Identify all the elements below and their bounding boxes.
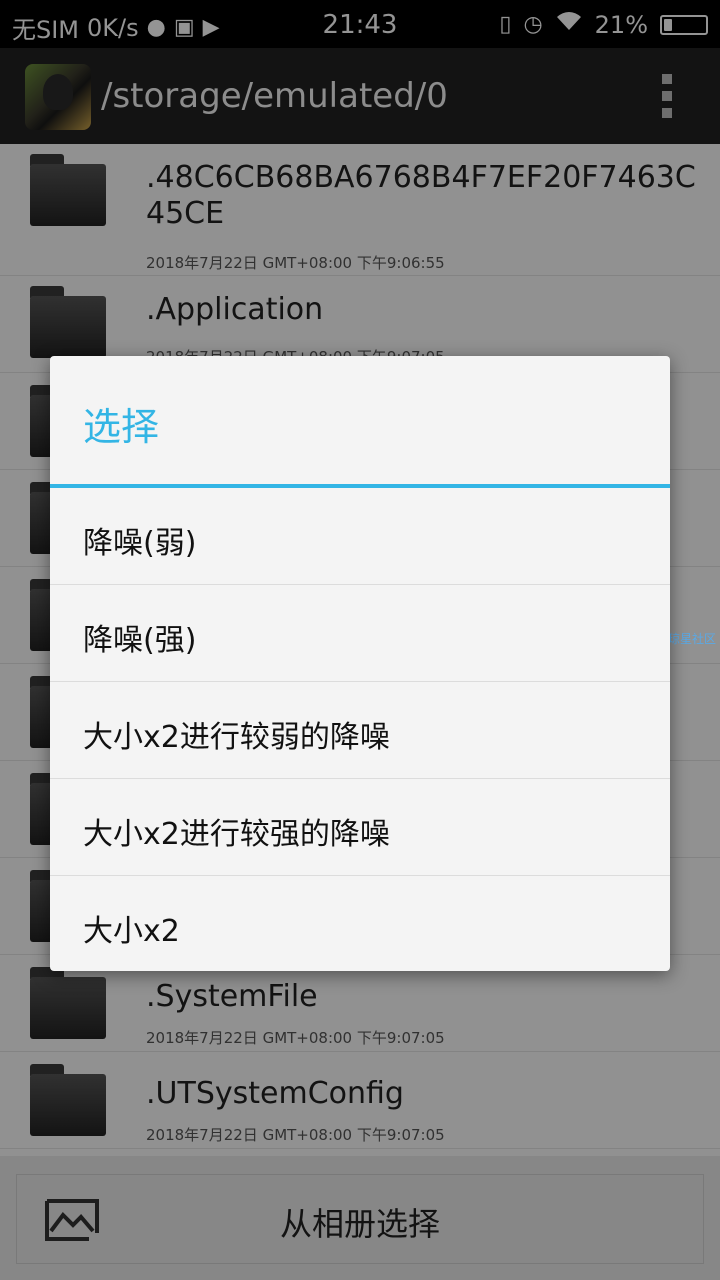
option-label: 大小x2: [83, 914, 180, 949]
option-label: 降噪(弱): [83, 526, 197, 561]
option-denoise-weak[interactable]: 降噪(弱): [50, 488, 670, 585]
option-upscale-only[interactable]: 大小x2: [50, 876, 670, 971]
watermark-text: 琼星社区: [668, 632, 717, 646]
option-denoise-strong[interactable]: 降噪(强): [50, 585, 670, 682]
option-upscale-strong-denoise[interactable]: 大小x2进行较强的降噪: [50, 779, 670, 876]
option-label: 降噪(强): [83, 623, 197, 658]
dialog-title: 选择: [83, 405, 160, 449]
option-label: 大小x2进行较强的降噪: [83, 817, 390, 852]
option-label: 大小x2进行较弱的降噪: [83, 720, 390, 755]
option-upscale-weak-denoise[interactable]: 大小x2进行较弱的降噪: [50, 682, 670, 779]
choice-dialog: 选择 降噪(弱) 降噪(强) 大小x2进行较弱的降噪 大小x2进行较强的降噪 大…: [50, 356, 670, 971]
